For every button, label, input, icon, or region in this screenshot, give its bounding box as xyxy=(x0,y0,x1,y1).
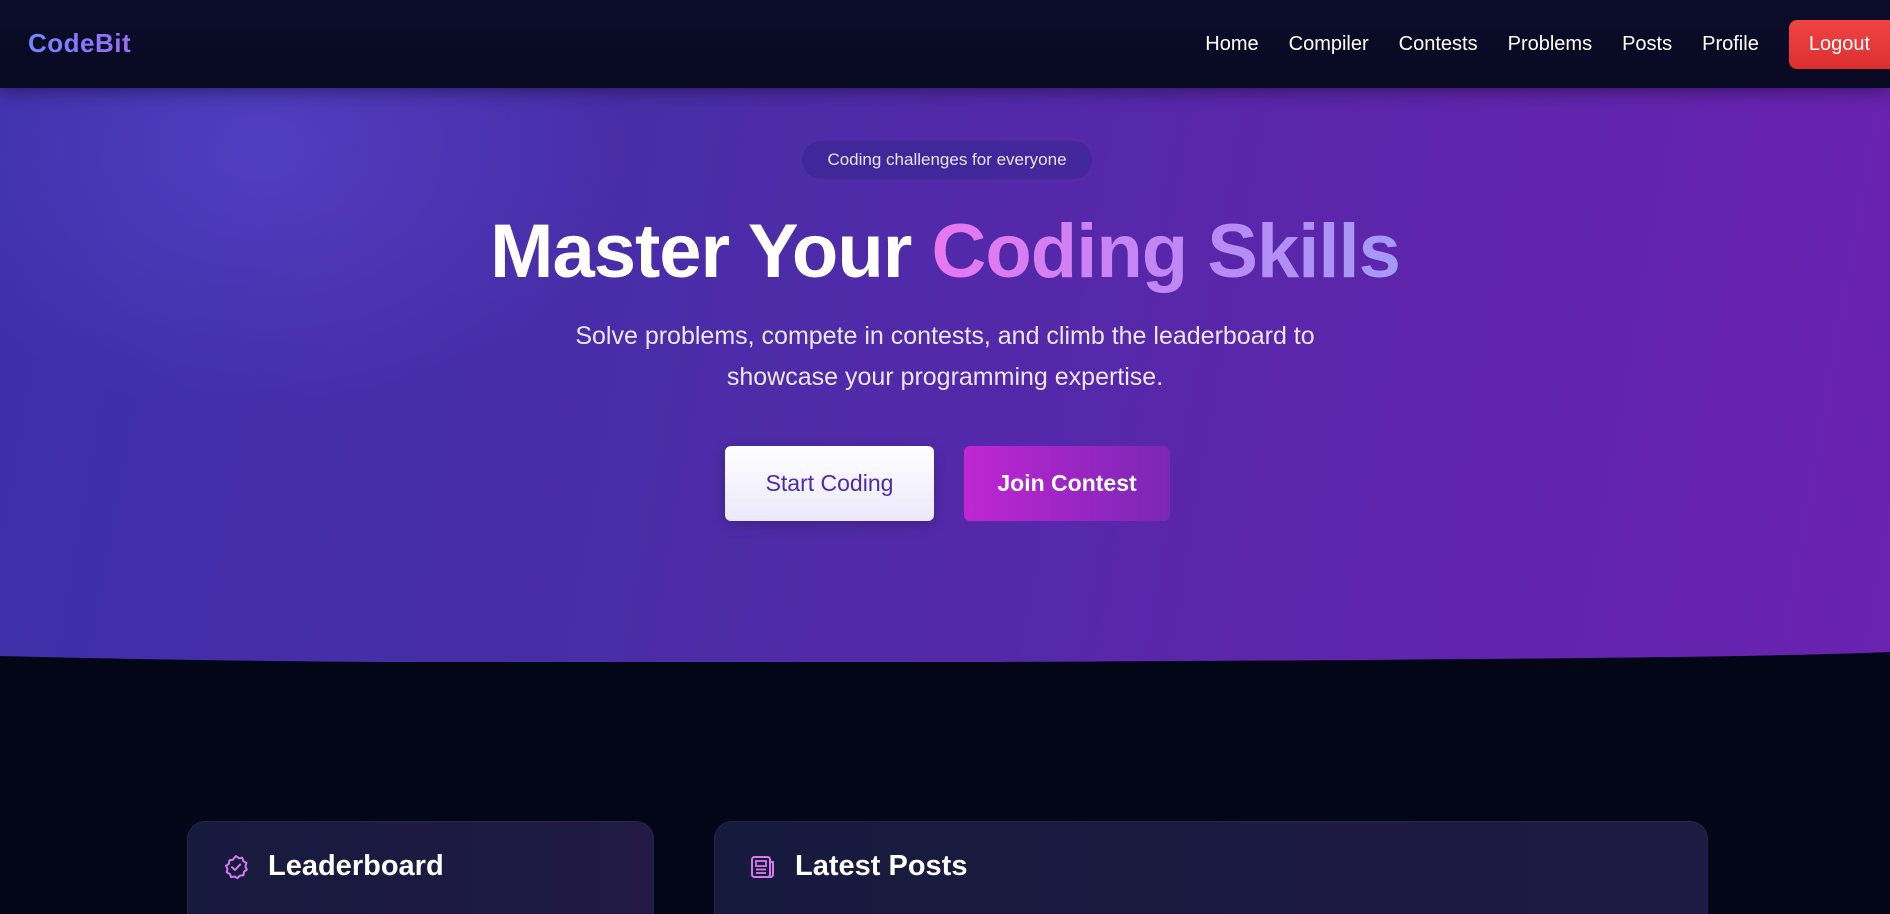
nav-link-problems[interactable]: Problems xyxy=(1508,33,1592,56)
logout-button[interactable]: Logout xyxy=(1788,19,1890,69)
badge-check-icon xyxy=(225,854,248,879)
hero-title-main: Master Your xyxy=(490,209,932,294)
hero-badge: Coding challenges for everyone xyxy=(802,141,1092,179)
nav-link-contests[interactable]: Contests xyxy=(1399,33,1478,56)
nav-link-compiler[interactable]: Compiler xyxy=(1289,33,1369,56)
join-contest-button[interactable]: Join Contest xyxy=(964,446,1170,521)
leaderboard-header: Leaderboard xyxy=(222,850,444,883)
page: CodeBit Home Compiler Contests Problems … xyxy=(0,0,1890,914)
latest-posts-card: Latest Posts xyxy=(714,821,1708,914)
latest-posts-title: Latest Posts xyxy=(795,850,968,882)
leaderboard-title: Leaderboard xyxy=(268,850,444,882)
navbar: CodeBit Home Compiler Contests Problems … xyxy=(0,0,1890,88)
brand-logo[interactable]: CodeBit xyxy=(28,28,131,59)
latest-posts-header: Latest Posts xyxy=(749,850,967,883)
hero-subtitle: Solve problems, compete in contests, and… xyxy=(575,322,1315,391)
leaderboard-card: Leaderboard xyxy=(187,821,654,914)
hero-wave-divider xyxy=(0,652,1890,690)
start-coding-button[interactable]: Start Coding xyxy=(725,446,934,521)
nav-links: Home Compiler Contests Problems Posts Pr… xyxy=(1205,19,1890,69)
nav-link-posts[interactable]: Posts xyxy=(1622,33,1672,56)
hero-title-accent: Coding Skills xyxy=(931,209,1400,294)
newspaper-icon xyxy=(751,855,774,878)
nav-link-home[interactable]: Home xyxy=(1205,33,1258,56)
nav-link-profile[interactable]: Profile xyxy=(1702,33,1759,56)
hero-title: Master Your Coding Skills xyxy=(0,208,1890,295)
